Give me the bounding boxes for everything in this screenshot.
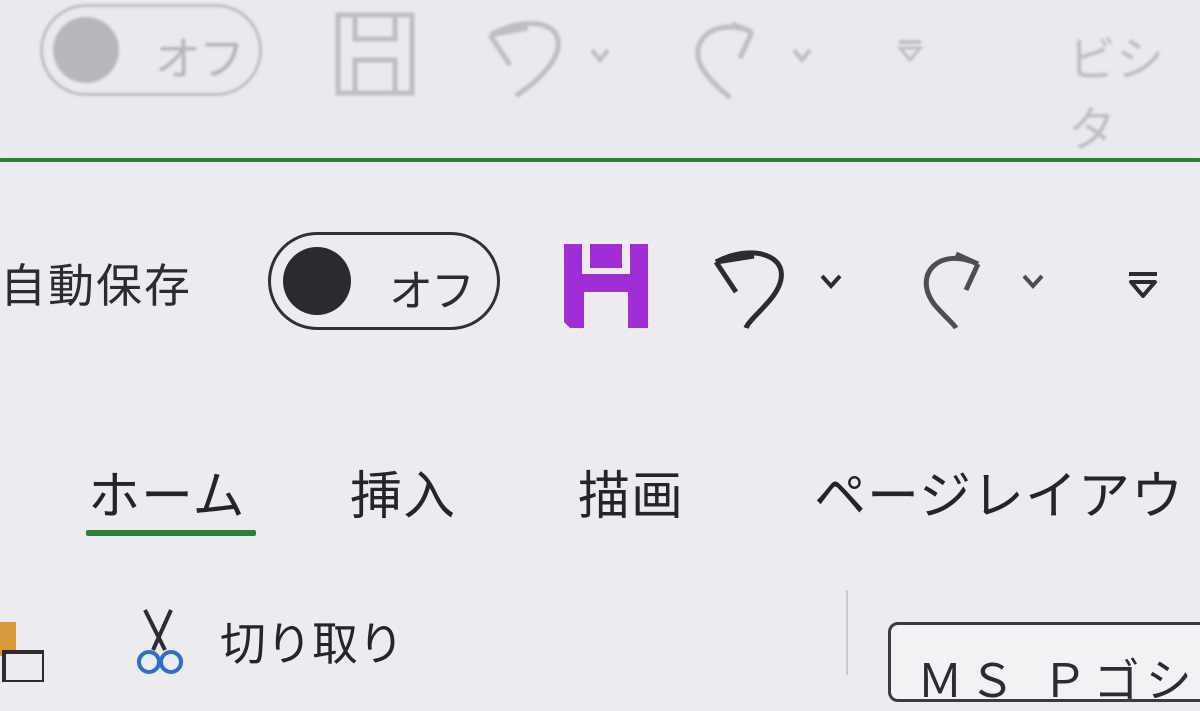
scissors-icon[interactable] (135, 606, 185, 676)
cut-button-label[interactable]: 切り取り (220, 608, 404, 674)
ghost-toggle-label: オフ (155, 32, 245, 86)
undo-icon[interactable] (708, 240, 798, 330)
font-name-combobox[interactable]: ＭＳ Ｐゴシ (888, 622, 1200, 708)
toggle-knob (283, 247, 351, 315)
autosave-toggle[interactable]: オフ (268, 232, 500, 330)
tab-home[interactable]: ホーム (88, 454, 245, 529)
background-toolbar-reflection: オフ ビシタ (0, 0, 1200, 160)
toggle-state-label: オフ (389, 266, 475, 317)
accent-divider (0, 158, 1200, 162)
tab-draw[interactable]: 描画 (578, 454, 684, 529)
font-name-value: ＭＳ Ｐゴシ (917, 654, 1198, 708)
undo-dropdown-chevron-down-icon[interactable] (818, 270, 844, 292)
tab-page-layout[interactable]: ページレイアウ (814, 454, 1184, 529)
ghost-customize-icon (896, 40, 924, 63)
ribbon-tabs: ホーム 挿入 描画 ページレイアウ (0, 454, 1200, 554)
customize-qat-icon[interactable] (1125, 268, 1161, 304)
paste-icon[interactable] (0, 622, 44, 682)
tab-insert[interactable]: 挿入 (350, 454, 456, 529)
save-icon[interactable] (560, 240, 652, 332)
ghost-redo-icon (695, 21, 812, 100)
ghost-title-fragment: ビシタ (1068, 32, 1165, 158)
ghost-autosave-toggle: オフ (40, 4, 262, 96)
ghost-undo-icon (487, 21, 610, 98)
redo-dropdown-chevron-down-icon[interactable] (1020, 270, 1046, 292)
ghost-save-icon (335, 12, 415, 96)
ghost-toggle-knob (53, 17, 119, 83)
autosave-label: 自動保存 (0, 259, 192, 313)
ribbon-group-divider (846, 590, 848, 675)
active-tab-indicator (86, 530, 256, 536)
redo-icon[interactable] (910, 240, 1000, 330)
